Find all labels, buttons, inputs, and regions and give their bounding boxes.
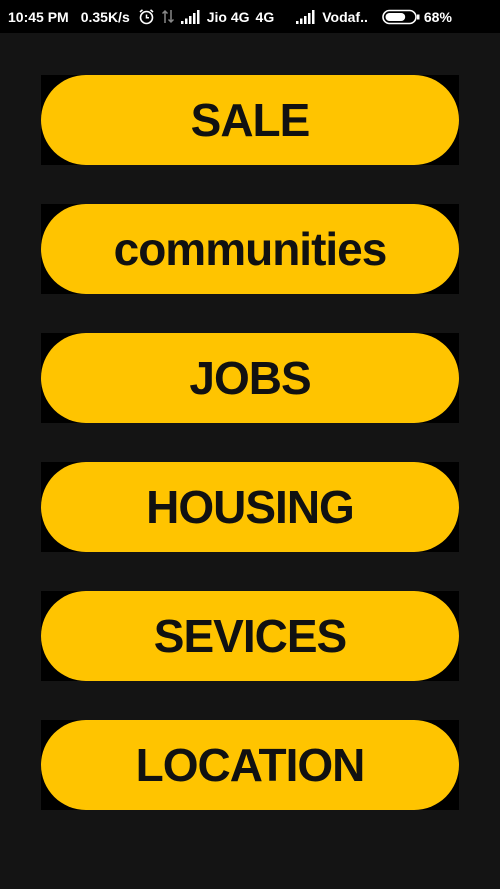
menu-slot-housing: HOUSING: [41, 462, 459, 552]
services-button[interactable]: SEVICES: [41, 591, 459, 681]
menu-slot-sale: SALE: [41, 75, 459, 165]
menu-slot-location: LOCATION: [41, 720, 459, 810]
alarm-icon: [138, 8, 155, 25]
network-type-label: 4G: [255, 8, 275, 25]
location-button[interactable]: LOCATION: [41, 720, 459, 810]
communities-button[interactable]: communities: [41, 204, 459, 294]
carrier-2-label: Vodaf..: [322, 8, 368, 25]
carrier-1-label: Jio 4G: [206, 8, 250, 25]
housing-button[interactable]: HOUSING: [41, 462, 459, 552]
status-speed: 0.35K/s: [80, 8, 130, 25]
status-time: 10:45 PM: [8, 8, 69, 25]
menu-slot-communities: communities: [41, 204, 459, 294]
housing-button-label: HOUSING: [146, 481, 355, 533]
menu-slot-services: SEVICES: [41, 591, 459, 681]
menu-slot-jobs: JOBS: [41, 333, 459, 423]
status-bar: 10:45 PM 0.35K/s Jio 4G 4G Vodaf.. 68%: [0, 0, 500, 33]
services-button-label: SEVICES: [153, 610, 347, 662]
jobs-button-label: JOBS: [189, 352, 311, 404]
sale-button-label: SALE: [190, 94, 311, 146]
location-button-label: LOCATION: [135, 739, 366, 791]
signal-icon: [296, 9, 316, 24]
communities-button-label: communities: [113, 223, 388, 275]
signal-icon: [180, 9, 201, 24]
jobs-button[interactable]: JOBS: [41, 333, 459, 423]
main-menu: SALE communities JOBS HOUSING SEVICES LO…: [41, 75, 459, 849]
battery-percentage: 68%: [423, 8, 452, 25]
data-transfer-icon: [161, 8, 175, 25]
sale-button[interactable]: SALE: [41, 75, 459, 165]
battery-icon: [382, 9, 420, 25]
